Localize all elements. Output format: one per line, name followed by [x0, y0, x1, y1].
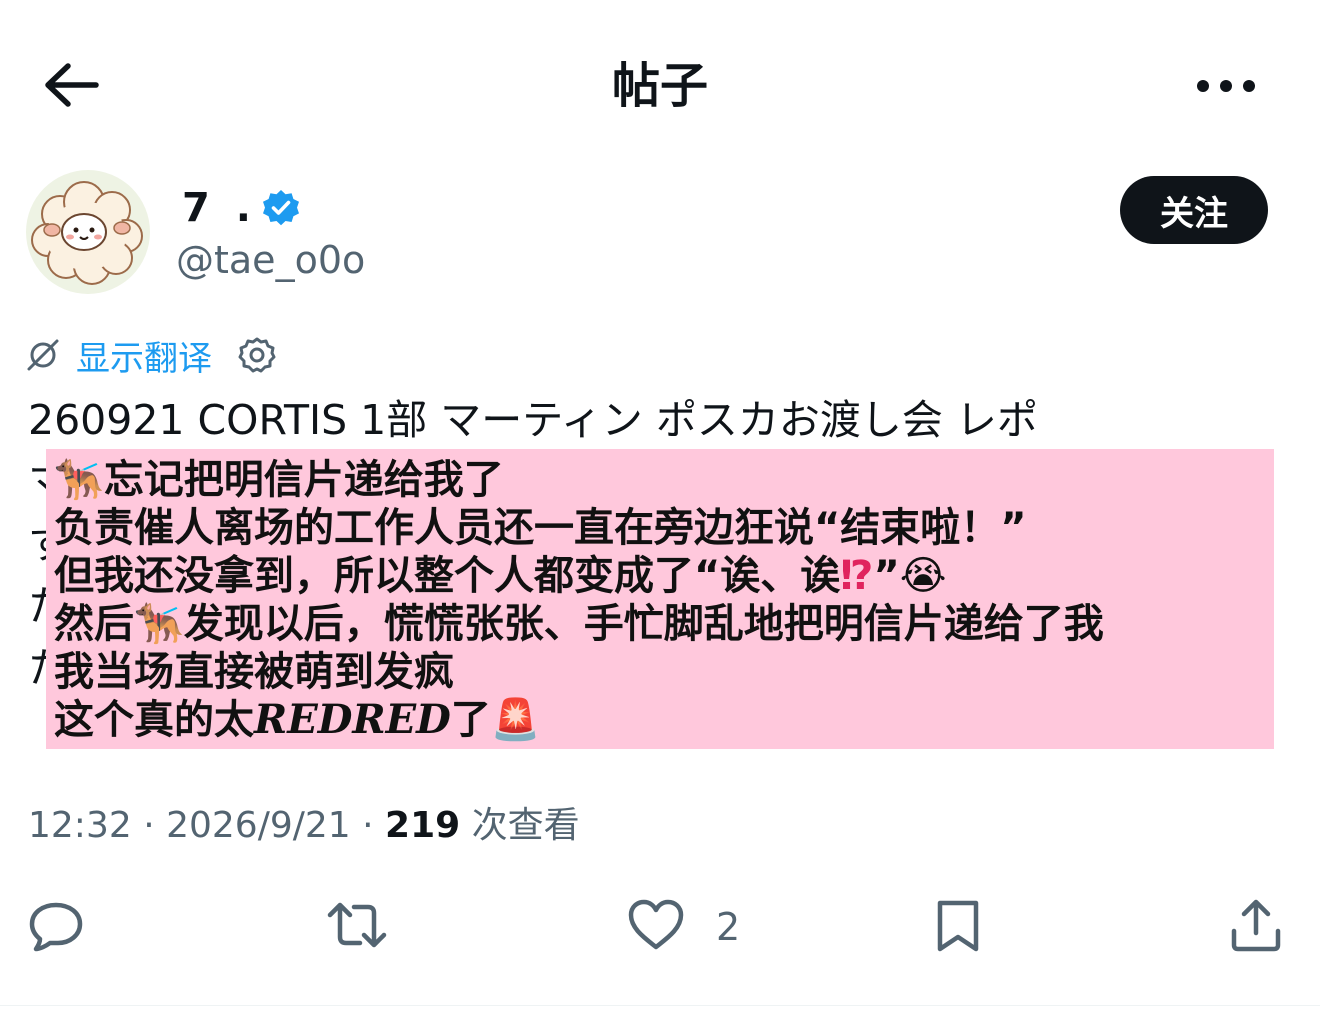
avatar[interactable]: [26, 170, 150, 294]
top-bar: 帖子: [0, 0, 1320, 170]
verified-badge-icon: [261, 188, 301, 228]
post-time[interactable]: 12:32: [28, 805, 132, 846]
translate-row: 显示翻译: [26, 330, 276, 380]
views-count: 219: [385, 805, 461, 846]
post-meta: 12:32 · 2026/9/21 · 219 次查看: [28, 800, 580, 852]
author-name[interactable]: 7 .: [182, 185, 257, 231]
translation-overlay: 🐕‍🦺忘记把明信片递给我了 负责催人离场的工作人员还一直在旁边狂说“结束啦！” …: [46, 449, 1274, 749]
views-label: 次查看: [460, 805, 580, 846]
overlay-line: 这个真的太REDRED了🚨: [54, 696, 541, 743]
gear-icon[interactable]: [238, 336, 276, 374]
more-options-button[interactable]: [1186, 52, 1266, 122]
follow-button[interactable]: 关注: [1120, 176, 1268, 244]
more-horizontal-icon: [1196, 78, 1256, 97]
overlay-line: 我当场直接被萌到发疯: [54, 649, 454, 695]
translate-icon: [26, 338, 60, 372]
post-date[interactable]: 2026/9/21: [166, 805, 351, 846]
retweet-icon: [326, 897, 388, 957]
share-icon: [1228, 897, 1284, 957]
heart-icon: [626, 897, 686, 957]
retweet-button[interactable]: [326, 892, 388, 962]
author-name-row: 7 .: [182, 180, 301, 236]
reply-button[interactable]: [28, 892, 84, 962]
meta-separator: ·: [131, 805, 167, 846]
meta-separator: ·: [350, 805, 386, 846]
bookmark-button[interactable]: [930, 892, 986, 962]
overlay-line: 但我还没拿到，所以整个人都变成了“诶、诶⁉”😭: [54, 553, 947, 599]
show-translation-link[interactable]: 显示翻译: [76, 331, 212, 380]
post-first-line: 260921 CORTIS 1部 マーティン ポスカお渡し会 レポ: [28, 396, 1038, 444]
divider: [0, 1005, 1320, 1006]
overlay-line: 然后🐕‍🦺发现以后，慌慌张张、手忙脚乱地把明信片递给了我: [54, 601, 1104, 647]
overlay-line: 🐕‍🦺忘记把明信片递给我了: [54, 457, 504, 503]
reply-icon: [28, 897, 84, 957]
overlay-line: 负责催人离场的工作人员还一直在旁边狂说“结束啦！”: [54, 505, 1027, 551]
share-button[interactable]: [1228, 892, 1284, 962]
like-count: 2: [716, 905, 741, 949]
service-dog-emoji: 🐕‍🦺: [134, 601, 184, 647]
author-handle[interactable]: @tae_o0o: [176, 236, 365, 284]
redred-styled-text: REDRED: [254, 696, 451, 743]
service-dog-emoji: 🐕‍🦺: [54, 457, 104, 503]
page-title: 帖子: [611, 58, 708, 114]
exclamation-question-emoji: ⁉: [840, 553, 874, 599]
bookmark-icon: [930, 897, 986, 957]
like-button[interactable]: 2: [626, 892, 740, 962]
